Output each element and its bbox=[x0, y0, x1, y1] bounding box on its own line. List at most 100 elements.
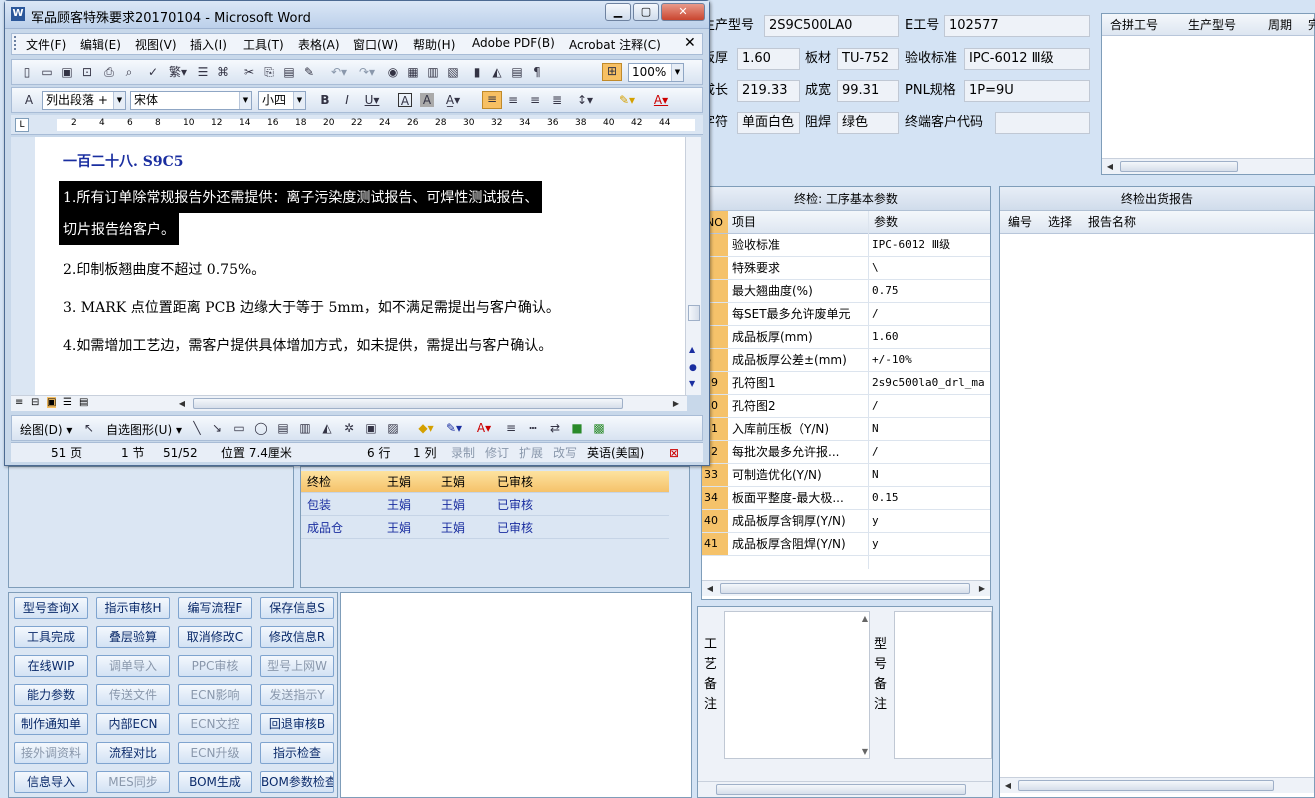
diagram-icon[interactable]: ✲ bbox=[342, 421, 356, 435]
hyperlink-icon[interactable]: ◉ bbox=[386, 65, 400, 79]
print-preview-icon[interactable]: ⌕ bbox=[122, 65, 136, 79]
model-notes-field[interactable] bbox=[894, 611, 992, 759]
action-button[interactable]: 回退审核B bbox=[260, 713, 334, 735]
doc-map-icon[interactable]: ▤ bbox=[510, 65, 524, 79]
action-button[interactable]: 流程对比 bbox=[96, 742, 170, 764]
doc-hscrollbar[interactable]: ≡ ⊟ ▣ ☰ ▤ ◀ ▶ bbox=[11, 395, 687, 411]
action-button[interactable]: 能力参数 bbox=[14, 684, 88, 706]
styles-icon[interactable]: A bbox=[22, 93, 36, 107]
close-doc-icon[interactable]: ✕ bbox=[684, 35, 696, 51]
doc-para-3[interactable]: 3. MARK 点位置距离 PCB 边缘大于等于 5mm，如不满足需提出与客户确… bbox=[63, 297, 560, 317]
wordart-icon[interactable]: ◭ bbox=[320, 421, 334, 435]
reading-view-icon[interactable]: ▤ bbox=[79, 397, 88, 408]
scroll-left-icon[interactable]: ◀ bbox=[703, 582, 717, 596]
char-border-icon[interactable]: A bbox=[398, 93, 412, 108]
scroll-thumb[interactable] bbox=[1018, 780, 1274, 791]
params-row[interactable]: 5成品板厚(mm)1.60 bbox=[702, 326, 990, 349]
select-objects-icon[interactable]: ↖ bbox=[82, 421, 96, 435]
research-icon[interactable]: ☰ bbox=[196, 65, 210, 79]
menu-adobe-pdf[interactable]: Adobe PDF(B) bbox=[472, 36, 555, 50]
undo-icon[interactable]: ↶▾ bbox=[328, 65, 350, 79]
action-button[interactable]: 叠层验算 bbox=[96, 626, 170, 648]
drawing-icon[interactable]: ◭ bbox=[490, 65, 504, 79]
params-row[interactable]: 33 可制造优化(Y/N) N bbox=[702, 464, 990, 487]
params-row[interactable]: 31 入库前压板（Y/N) N bbox=[702, 418, 990, 441]
action-button[interactable]: 编写流程F bbox=[178, 597, 252, 619]
clipart-icon[interactable]: ▣ bbox=[364, 421, 378, 435]
action-button[interactable]: 接外调资料 bbox=[14, 742, 88, 764]
menu-file[interactable]: 文件(F) bbox=[26, 36, 66, 53]
action-button[interactable]: MES同步 bbox=[96, 771, 170, 793]
params-row[interactable]: 32 每批次最多允许报... / bbox=[702, 441, 990, 464]
outline-view-icon[interactable]: ☰ bbox=[63, 397, 72, 408]
params-scrollbar[interactable]: ◀ ▶ bbox=[702, 580, 990, 596]
merge-table-scrollbar[interactable]: ◀ bbox=[1102, 158, 1314, 174]
material-field[interactable]: TU-752 bbox=[837, 48, 899, 70]
prev-page-icon[interactable]: ▲ bbox=[689, 345, 695, 354]
action-button[interactable]: BOM生成 bbox=[178, 771, 252, 793]
menu-edit[interactable]: 编辑(E) bbox=[80, 36, 121, 53]
length-field[interactable]: 219.33 bbox=[737, 80, 800, 102]
action-button[interactable]: 信息导入 bbox=[14, 771, 88, 793]
action-button[interactable]: BOM参数检查 bbox=[260, 771, 334, 793]
params-row[interactable]: 验收标准 IPC-6012 Ⅲ级 bbox=[702, 234, 990, 257]
chevron-down-icon[interactable]: ▼ bbox=[293, 92, 305, 109]
align-center-icon[interactable]: ≡ bbox=[506, 93, 520, 107]
action-button[interactable]: 内部ECN bbox=[96, 713, 170, 735]
minimize-icon[interactable]: ▁ bbox=[605, 3, 631, 21]
eno-field[interactable]: 102577 bbox=[944, 15, 1090, 37]
spelling-status-icon[interactable]: ⊠ bbox=[669, 443, 679, 463]
normal-view-icon[interactable]: ≡ bbox=[15, 397, 23, 408]
permission-icon[interactable]: ⊡ bbox=[80, 65, 94, 79]
action-button[interactable]: 指示检查 bbox=[260, 742, 334, 764]
spelling-icon[interactable]: ✓ bbox=[146, 65, 160, 79]
thick-field[interactable]: 1.60 bbox=[737, 48, 800, 70]
action-button[interactable]: ECN影响 bbox=[178, 684, 252, 706]
status-ext[interactable]: 扩展 bbox=[519, 443, 543, 463]
params-row[interactable]: 特殊要求 \ bbox=[702, 257, 990, 280]
width-field[interactable]: 99.31 bbox=[837, 80, 899, 102]
font-color-icon[interactable]: A▾ bbox=[472, 421, 496, 435]
flow-row[interactable]: 成品仓 王娟 王娟 已审核 bbox=[301, 517, 669, 539]
tab-selector-icon[interactable]: L bbox=[15, 118, 29, 132]
size-select[interactable]: 小四 ▼ bbox=[258, 91, 306, 110]
web-view-icon[interactable]: ⊟ bbox=[31, 397, 39, 408]
params-row[interactable]: 每SET最多允许废单元 / bbox=[702, 303, 990, 326]
close-icon[interactable]: ✕ bbox=[661, 3, 705, 21]
action-button[interactable]: 制作通知单 bbox=[14, 713, 88, 735]
underline-icon[interactable]: U▾ bbox=[362, 93, 382, 107]
textbox-icon[interactable]: ▤ bbox=[276, 421, 290, 435]
columns-icon[interactable]: ▮ bbox=[470, 65, 484, 79]
menu-tools[interactable]: 工具(T) bbox=[243, 36, 284, 53]
action-button[interactable]: 工具完成 bbox=[14, 626, 88, 648]
insert-table-icon[interactable]: ▥ bbox=[426, 65, 440, 79]
scroll-thumb[interactable] bbox=[1120, 161, 1238, 172]
bold-icon[interactable]: B bbox=[318, 93, 332, 107]
scroll-thumb[interactable] bbox=[720, 583, 970, 594]
action-button[interactable]: 取消修改C bbox=[178, 626, 252, 648]
3d-icon[interactable]: ▩ bbox=[592, 421, 606, 435]
shadow-icon[interactable]: ■ bbox=[570, 421, 584, 435]
save-icon[interactable]: ▣ bbox=[60, 65, 74, 79]
rectangle-icon[interactable]: ▭ bbox=[232, 421, 246, 435]
action-button[interactable]: 指示审核H bbox=[96, 597, 170, 619]
action-button[interactable]: 型号上网W bbox=[260, 655, 334, 677]
action-button[interactable]: ECN升级 bbox=[178, 742, 252, 764]
insert-excel-icon[interactable]: ▧ bbox=[446, 65, 460, 79]
align-right-icon[interactable]: ≡ bbox=[528, 93, 542, 107]
ruler[interactable]: L 2 4 6 8 10 12 14 16 18 20 22 24 26 28 30 32 34 36 38 40 42… bbox=[11, 115, 703, 135]
params-row[interactable]: 29 孔符图1 2s9c500la0_drl_ma bbox=[702, 372, 990, 395]
params-row[interactable]: 41 成品板厚含阻焊(Y/N) y bbox=[702, 533, 990, 556]
action-button[interactable]: PPC审核 bbox=[178, 655, 252, 677]
scroll-down-icon[interactable]: ▼ bbox=[862, 747, 868, 756]
show-hide-icon[interactable]: ¶ bbox=[530, 65, 544, 79]
scroll-left-icon[interactable]: ◀ bbox=[1001, 779, 1015, 793]
status-rec[interactable]: 录制 bbox=[451, 443, 475, 463]
params-row[interactable]: 最大翘曲度(%) 0.75 bbox=[702, 280, 990, 303]
fill-color-icon[interactable]: ◆▾ bbox=[414, 421, 438, 435]
action-button[interactable]: 在线WIP bbox=[14, 655, 88, 677]
translate-icon[interactable]: ⌘ bbox=[216, 65, 230, 79]
doc-heading[interactable]: 一百二十八. S9C5 bbox=[63, 151, 183, 171]
traditional-chinese-icon[interactable]: 繁▾ bbox=[166, 65, 190, 79]
char-field[interactable]: 单面白色 bbox=[737, 112, 800, 134]
